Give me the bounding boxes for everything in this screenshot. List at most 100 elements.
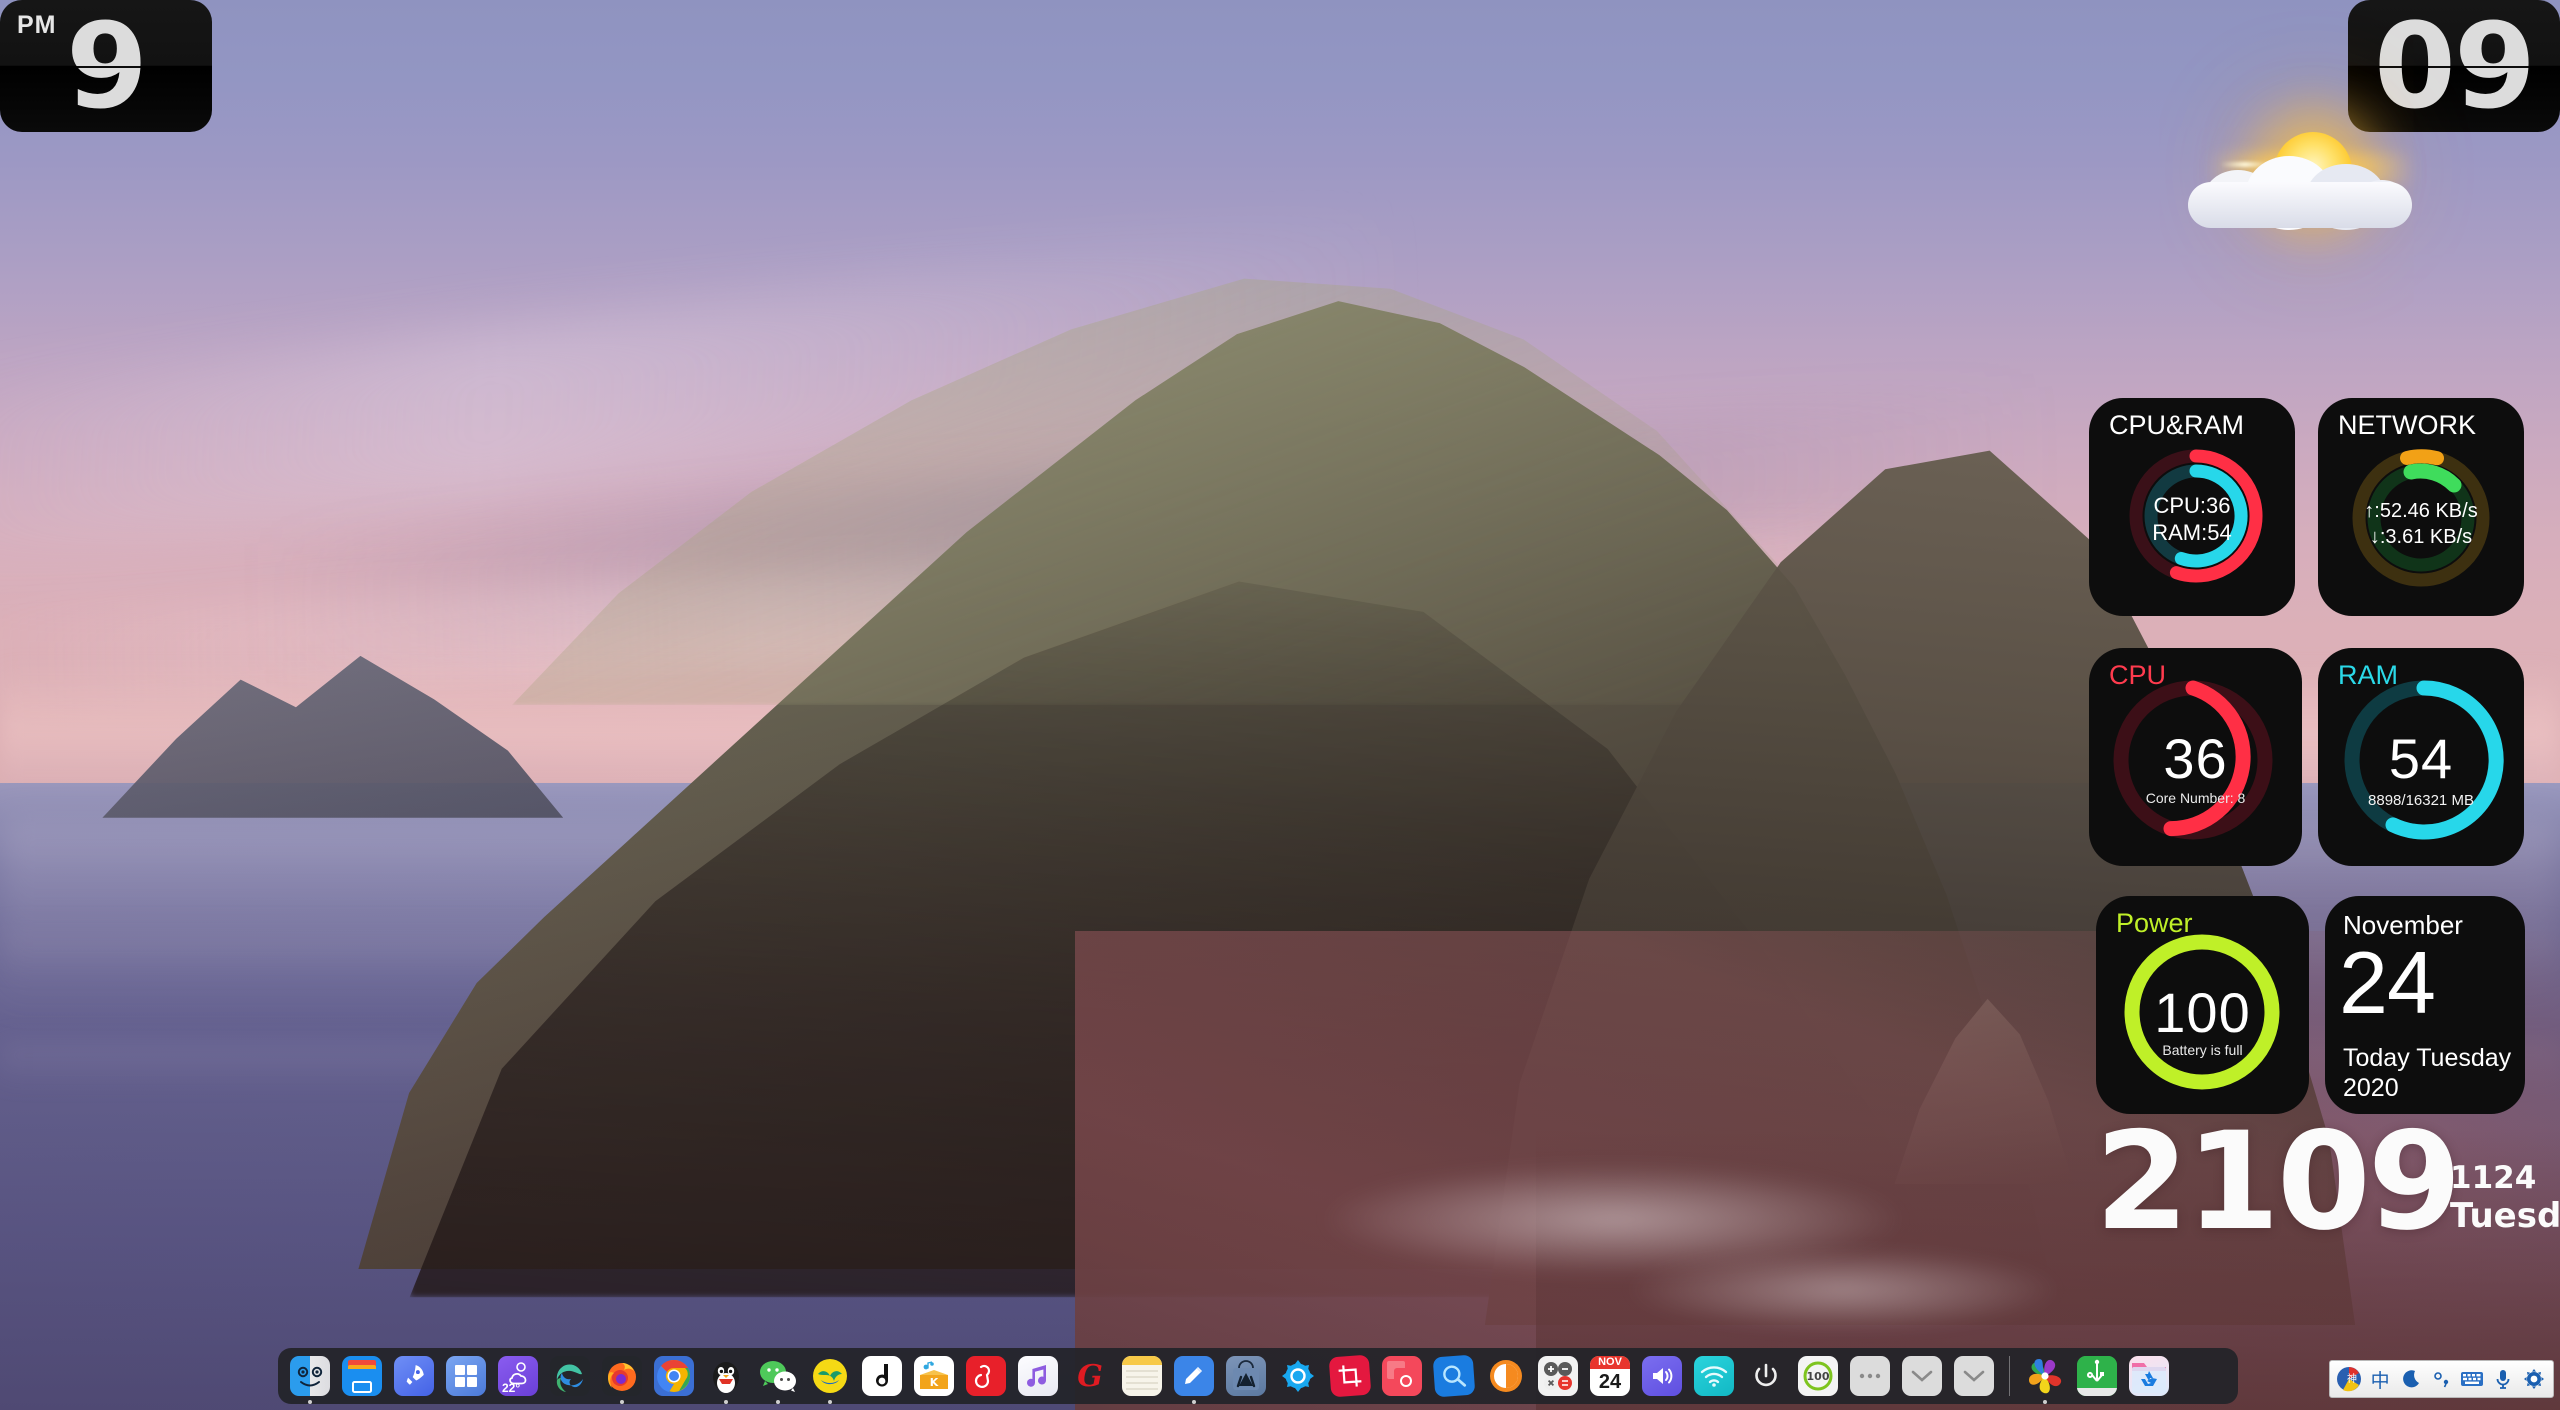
keyboard-icon[interactable] — [2458, 1364, 2487, 1394]
svg-text:神: 神 — [2347, 1372, 2357, 1385]
moon-icon[interactable] — [2396, 1364, 2425, 1394]
dock-item-files[interactable] — [340, 1354, 384, 1398]
dock-item-pinwheel[interactable] — [2023, 1354, 2067, 1398]
power-detail: Battery is full — [2096, 1042, 2309, 1058]
date-widget[interactable]: November 24 Today Tuesday 2020 — [2325, 896, 2525, 1114]
dock-item-more-options[interactable] — [1848, 1354, 1892, 1398]
crop-icon — [1329, 1355, 1372, 1398]
ime-toolbar[interactable]: 神 中 — [2329, 1360, 2554, 1398]
ram-widget[interactable]: RAM 54 8898/16321 MB — [2318, 648, 2524, 866]
date-footer: Today Tuesday 2020 — [2343, 1044, 2511, 1103]
ime-mode-label[interactable]: 中 — [2366, 1364, 2395, 1394]
running-dot — [2043, 1400, 2047, 1404]
big-clock-date: 1124 — [2450, 1160, 2536, 1198]
cpu-value: 36 — [2089, 726, 2302, 791]
wechat-icon — [758, 1356, 798, 1396]
chevron-down-icon — [1902, 1356, 1942, 1396]
wifi-icon — [1694, 1356, 1734, 1396]
speaker-icon — [1642, 1356, 1682, 1396]
network-widget[interactable]: NETWORK ↑:52.46 KB/s ↓:3.61 KB/s — [2318, 398, 2524, 616]
desktop-widgets: 9 PM 09 CPU&RAM — [0, 0, 2560, 1410]
date-day: 24 — [2339, 932, 2435, 1034]
dock-item-settings[interactable] — [1276, 1354, 1320, 1398]
dock-item-dingtalk[interactable] — [860, 1354, 904, 1398]
power-value: 100 — [2096, 980, 2309, 1045]
dock-item-calendar[interactable]: NOV 24 — [1588, 1354, 1632, 1398]
dock-item-dark-mode[interactable] — [1484, 1354, 1528, 1398]
network-download-value: ↓:3.61 KB/s — [2318, 524, 2524, 550]
dock-item-battery[interactable]: 100 — [1796, 1354, 1840, 1398]
usb-drive-icon — [2077, 1356, 2117, 1396]
tray-settings-gear-icon[interactable] — [2519, 1364, 2548, 1394]
cloud-icon — [2354, 180, 2410, 228]
dock-item-app-store[interactable] — [1224, 1354, 1268, 1398]
dock-item-notes[interactable] — [1120, 1354, 1164, 1398]
big-clock-time: 2109 — [2095, 1114, 2459, 1249]
dingtalk-icon — [862, 1356, 902, 1396]
dock-item-screenshot[interactable] — [1380, 1354, 1424, 1398]
recycle-bin-icon — [2129, 1356, 2169, 1396]
dock-item-calculator[interactable] — [1536, 1354, 1580, 1398]
desktop-big-clock: 2109 1124 Tuesday — [2095, 1118, 2555, 1248]
dock-item-recycle-bin[interactable] — [2127, 1354, 2171, 1398]
dock-item-power-button[interactable] — [1744, 1354, 1788, 1398]
ime-logo-icon[interactable]: 神 — [2335, 1364, 2364, 1394]
battery-icon: 100 — [1798, 1356, 1838, 1396]
svg-text:100: 100 — [1807, 1370, 1830, 1383]
dock-item-chrome[interactable] — [652, 1354, 696, 1398]
pinwheel-icon — [2025, 1356, 2065, 1396]
microphone-icon[interactable] — [2489, 1364, 2518, 1394]
date-footer-line1: Today Tuesday — [2343, 1044, 2511, 1074]
cloud-icon — [2306, 164, 2386, 230]
dock-item-netease-music[interactable] — [964, 1354, 1008, 1398]
firefox-icon — [602, 1356, 642, 1396]
dock-item-usb-drive[interactable] — [2075, 1354, 2119, 1398]
dock-item-yellow-app[interactable] — [808, 1354, 852, 1398]
sun-ray — [2206, 154, 2416, 184]
dock-item-text-editor[interactable] — [1172, 1354, 1216, 1398]
dock-item-kugou[interactable]: K — [912, 1354, 956, 1398]
flip-minute-panel: 09 — [2348, 0, 2560, 132]
flip-hour-panel: 9 PM — [0, 0, 212, 132]
dock-item-volume[interactable] — [1640, 1354, 1684, 1398]
cpu-ram-cpu-line: CPU:36 — [2089, 493, 2295, 520]
network-upload-value: ↑:52.46 KB/s — [2318, 498, 2524, 524]
punctuation-icon[interactable] — [2427, 1364, 2456, 1394]
dock-item-weather[interactable]: 22° — [496, 1354, 540, 1398]
cloud-base — [2188, 182, 2412, 228]
pencil-icon — [1174, 1356, 1214, 1396]
flip-clock-widget[interactable]: 9 PM 09 — [0, 0, 438, 132]
dock-item-collapse-1[interactable] — [1900, 1354, 1944, 1398]
running-dot — [620, 1400, 624, 1404]
qq-penguin-icon — [706, 1356, 746, 1396]
dock-item-wechat[interactable] — [756, 1354, 800, 1398]
dock-item-qq[interactable] — [704, 1354, 748, 1398]
dock-item-g-app[interactable]: G — [1068, 1354, 1112, 1398]
dock-item-firefox[interactable] — [600, 1354, 644, 1398]
weather-icon: 22° — [498, 1356, 538, 1396]
dock-item-search[interactable] — [1432, 1354, 1476, 1398]
edge-icon — [550, 1356, 590, 1396]
calendar-day-label: 24 — [1599, 1369, 1621, 1396]
dock-item-wifi[interactable] — [1692, 1354, 1736, 1398]
dock-item-edge[interactable] — [548, 1354, 592, 1398]
flip-ampm-label: PM — [17, 11, 57, 40]
chevron-down-icon — [1954, 1356, 1994, 1396]
screenshot-icon — [1382, 1356, 1422, 1396]
cloud-icon — [2246, 156, 2332, 230]
running-dot — [308, 1400, 312, 1404]
power-widget[interactable]: Power 100 Battery is full — [2096, 896, 2309, 1114]
cpu-ram-widget[interactable]: CPU&RAM CPU:36 RAM:54 — [2089, 398, 2295, 616]
dock-item-apple-music[interactable] — [1016, 1354, 1060, 1398]
dock-item-start-menu[interactable] — [444, 1354, 488, 1398]
dock-item-collapse-2[interactable] — [1952, 1354, 1996, 1398]
dock-item-finder[interactable] — [288, 1354, 332, 1398]
dock-item-launchpad[interactable] — [392, 1354, 436, 1398]
windows-logo-icon — [446, 1356, 486, 1396]
music-note-icon — [1018, 1356, 1058, 1396]
dock-item-crop-tool[interactable] — [1328, 1354, 1372, 1398]
cpu-widget[interactable]: CPU 36 Core Number: 8 — [2089, 648, 2302, 866]
g-logo-icon: G — [1070, 1356, 1110, 1396]
sun-spark — [2220, 162, 2270, 167]
svg-text:K: K — [930, 1376, 939, 1389]
